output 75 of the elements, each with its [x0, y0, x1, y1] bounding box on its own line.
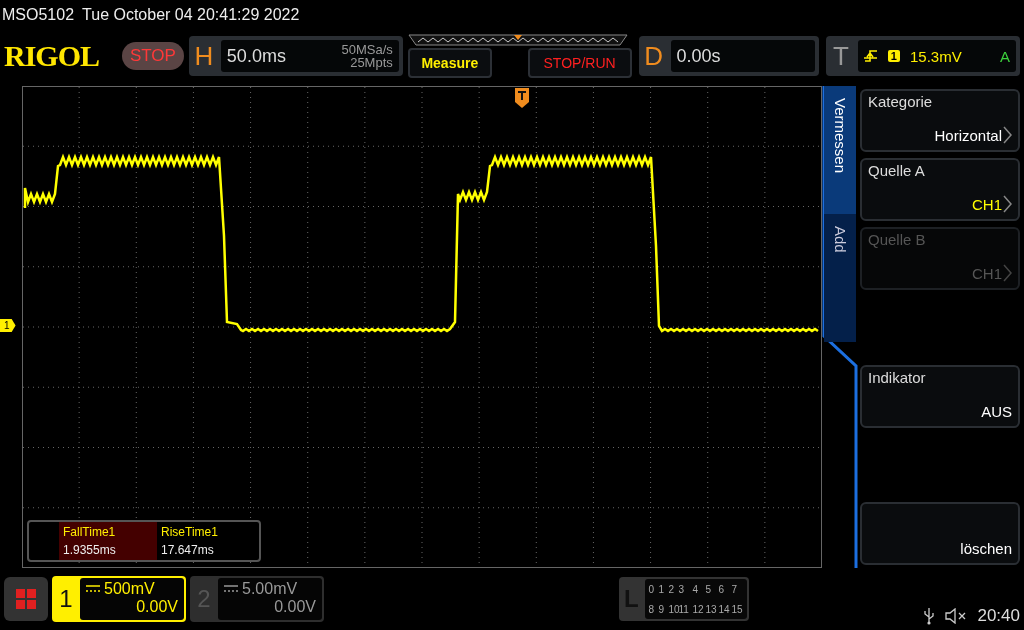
trigger-label: T — [831, 40, 850, 72]
softkey-button[interactable]: STOP/RUN — [527, 48, 632, 78]
model-name: MSO5102 — [2, 6, 75, 24]
softkey-value: CH1 — [972, 195, 1002, 213]
trigger-position-marker-icon — [515, 88, 529, 108]
run-state-indicator: STOP — [121, 42, 184, 70]
channel-scale: 5.00mV — [242, 580, 298, 598]
measurement-value: 1.9355ms — [63, 543, 117, 557]
dc-coupling-icon — [86, 585, 100, 593]
logic-channel-number: 12 — [692, 603, 705, 615]
menu-softkey[interactable]: Kategorie Horizontal — [860, 89, 1020, 153]
softkey-button[interactable]: Measure — [407, 48, 492, 78]
brand-logo: RIGOL — [4, 39, 101, 73]
channel-scale: 500mV — [104, 580, 155, 598]
channel-offset: 0.00V — [136, 598, 178, 616]
softkey-label: Quelle B — [868, 231, 927, 249]
measurement-column[interactable]: FallTime1 1.9355ms — [59, 522, 157, 560]
timebase-value: 50.0ms — [226, 45, 286, 67]
clock-time: 20:40 — [977, 606, 1020, 626]
softkey-label: Kategorie — [868, 93, 934, 110]
measurement-value: 17.647ms — [161, 543, 215, 557]
sample-rate: 50MSa/s — [341, 43, 393, 56]
menu-softkey[interactable]: löschen — [860, 501, 1020, 565]
channel-menu-button[interactable] — [4, 577, 48, 621]
speaker-muted-icon — [945, 608, 968, 624]
menu-softkey[interactable]: Indikator AUS — [860, 364, 1020, 428]
usb-icon — [923, 607, 936, 625]
channel-ground-marker[interactable]: 1 — [0, 319, 16, 332]
chevron-right-icon — [1003, 126, 1012, 145]
measurement-column[interactable]: RiseTime1 17.647ms — [157, 522, 255, 560]
logic-channel-number: 13 — [705, 603, 718, 615]
logic-channel-number: 10 — [668, 603, 679, 615]
measurement-name: FallTime1 — [63, 525, 117, 539]
chevron-right-icon — [1003, 195, 1012, 214]
logic-channel-number: 7 — [731, 583, 738, 595]
grid-icon — [15, 588, 37, 610]
softkey-value: Horizontal — [934, 126, 1002, 144]
logic-channel-number: 2 — [668, 583, 675, 595]
trigger-panel[interactable]: T 1 15.3mV A — [825, 36, 1020, 76]
logic-channel-number: 3 — [678, 583, 685, 595]
menu-tab[interactable]: Vermessen — [824, 86, 856, 214]
channel-panel[interactable]: 1 500mV 0.00V — [52, 576, 186, 622]
logic-channel-number: 4 — [692, 583, 699, 595]
logic-channel-number: 14 — [718, 603, 731, 615]
logic-channel-number: 5 — [705, 583, 712, 595]
rising-edge-icon — [863, 49, 878, 63]
dc-coupling-icon — [224, 585, 238, 593]
measurement-name: RiseTime1 — [161, 525, 219, 539]
chevron-right-icon — [1003, 264, 1012, 283]
logic-channel-number: 6 — [718, 583, 725, 595]
logic-channel-number: 1 — [658, 583, 665, 595]
logic-channel-number: 11 — [678, 603, 690, 615]
menu-softkey[interactable]: Quelle A CH1 — [860, 158, 1020, 222]
softkey-value: löschen — [960, 539, 1012, 557]
softkey-label: Indikator — [868, 368, 927, 386]
delay-value: 0.00s — [676, 45, 721, 67]
delay-label: D — [643, 40, 664, 72]
horizontal-panel[interactable]: H 50.0ms 50MSa/s 25Mpts — [188, 36, 403, 76]
trigger-source-badge: 1 — [887, 50, 900, 62]
softkey-value: CH1 — [972, 264, 1002, 282]
date-time: Tue October 04 20:41:29 2022 — [82, 6, 300, 24]
logic-channel-number: 0 — [648, 583, 655, 595]
channel-number: 1 — [58, 584, 74, 614]
logic-channel-number: 15 — [731, 603, 744, 615]
logic-channel-number: 9 — [658, 603, 665, 615]
trigger-mode: A — [1000, 47, 1010, 65]
menu-tab[interactable]: Add — [824, 214, 856, 342]
channel-offset: 0.00V — [274, 598, 316, 616]
trigger-level: 15.3mV — [910, 47, 962, 65]
softkey-value: AUS — [981, 402, 1012, 420]
horizontal-label: H — [193, 40, 215, 72]
logic-channel-number: 8 — [648, 603, 655, 615]
softkey-label: Quelle A — [868, 162, 926, 180]
delay-panel[interactable]: D 0.00s — [638, 36, 819, 76]
memory-depth: 25Mpts — [350, 56, 393, 69]
